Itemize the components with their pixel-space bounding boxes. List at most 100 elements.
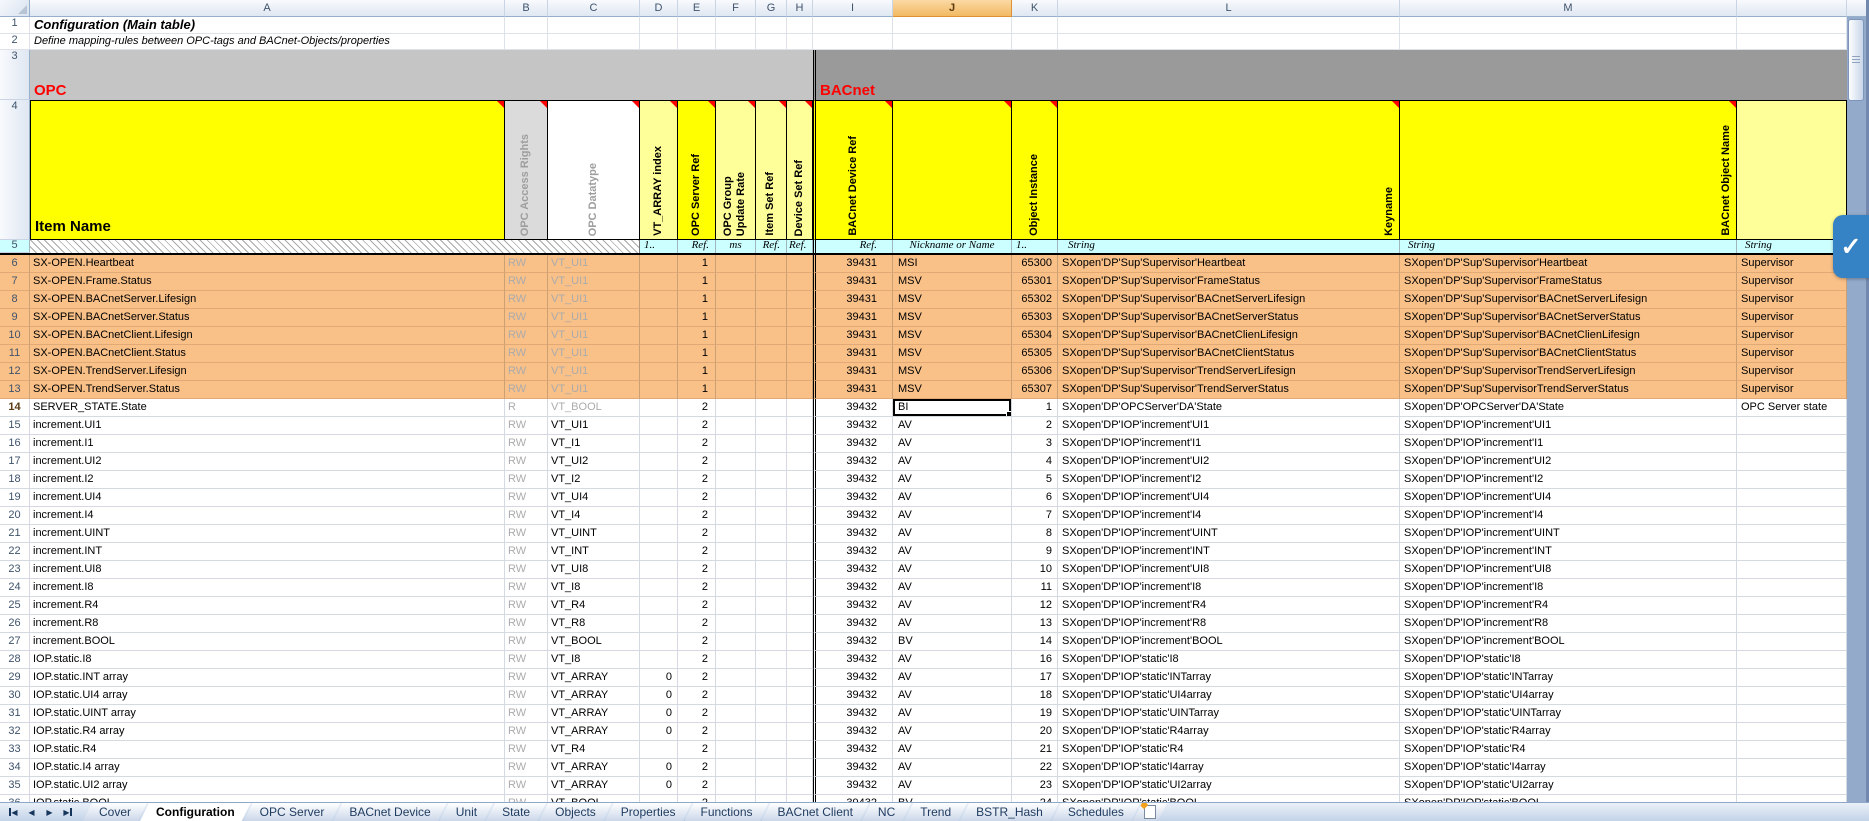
cell-K20[interactable]: 7 [1012, 507, 1058, 525]
cell-N8[interactable]: Supervisor [1737, 291, 1847, 309]
cell-A18[interactable]: increment.I2 [30, 471, 505, 489]
cell-J8[interactable]: MSV [893, 291, 1012, 309]
cell-M16[interactable]: SXopen'DP'IOP'increment'I1 [1400, 435, 1737, 453]
empty-cell[interactable] [678, 34, 716, 50]
cell-M14[interactable]: SXopen'DP'OPCServer'DA'State [1400, 399, 1737, 417]
cell-J28[interactable]: AV [893, 651, 1012, 669]
cell-N6[interactable]: Supervisor [1737, 255, 1847, 273]
cell-G14[interactable] [756, 399, 787, 417]
cell-G7[interactable] [756, 273, 787, 291]
header-device-set-ref[interactable]: Device Set Ref [787, 100, 813, 240]
cell-H25[interactable] [787, 597, 813, 615]
cell-D29[interactable]: 0 [640, 669, 678, 687]
cell-C9[interactable]: VT_UI1 [548, 309, 640, 327]
cell-L32[interactable]: SXopen'DP'IOP'static'R4array [1058, 723, 1400, 741]
cell-J36[interactable]: BV [893, 795, 1012, 802]
cell-G12[interactable] [756, 363, 787, 381]
cell-B27[interactable]: RW [505, 633, 548, 651]
subheader-nickname[interactable]: Nickname or Name [893, 240, 1012, 253]
cell-E22[interactable]: 2 [678, 543, 716, 561]
cell-I33[interactable]: 39432 [813, 741, 893, 759]
cell-N12[interactable]: Supervisor [1737, 363, 1847, 381]
cell-M26[interactable]: SXopen'DP'IOP'increment'R8 [1400, 615, 1737, 633]
cell-F11[interactable] [716, 345, 756, 363]
cell-M27[interactable]: SXopen'DP'IOP'increment'BOOL [1400, 633, 1737, 651]
cell-I11[interactable]: 39431 [813, 345, 893, 363]
row-header-20[interactable]: 20 [0, 507, 30, 525]
sheet-subtitle[interactable]: Define mapping-rules between OPC-tags an… [30, 34, 505, 50]
cell-I31[interactable]: 39432 [813, 705, 893, 723]
subheader-item-set[interactable]: Ref. [756, 240, 787, 253]
cell-L7[interactable]: SXopen'DP'Sup'Supervisor'FrameStatus [1058, 273, 1400, 291]
cell-D16[interactable] [640, 435, 678, 453]
cell-B9[interactable]: RW [505, 309, 548, 327]
cell-H19[interactable] [787, 489, 813, 507]
cell-K26[interactable]: 13 [1012, 615, 1058, 633]
cell-K17[interactable]: 4 [1012, 453, 1058, 471]
subheader-device-ref[interactable]: Ref. [813, 240, 893, 253]
cell-C26[interactable]: VT_R8 [548, 615, 640, 633]
cell-N10[interactable]: Supervisor [1737, 327, 1847, 345]
cell-L27[interactable]: SXopen'DP'IOP'increment'BOOL [1058, 633, 1400, 651]
cell-M13[interactable]: SXopen'DP'Sup'SupervisorTrendServerStatu… [1400, 381, 1737, 399]
cell-M28[interactable]: SXopen'DP'IOP'static'I8 [1400, 651, 1737, 669]
cell-E33[interactable]: 2 [678, 741, 716, 759]
cell-F21[interactable] [716, 525, 756, 543]
cell-D30[interactable]: 0 [640, 687, 678, 705]
sheet-tab-state[interactable]: State [486, 803, 546, 821]
cell-I18[interactable]: 39432 [813, 471, 893, 489]
header-item-set-ref[interactable]: Item Set Ref [756, 100, 787, 240]
cell-L20[interactable]: SXopen'DP'IOP'increment'I4 [1058, 507, 1400, 525]
row-header-2[interactable]: 2 [0, 34, 30, 50]
header-extra[interactable] [1737, 100, 1847, 240]
cell-E23[interactable]: 2 [678, 561, 716, 579]
cell-A36[interactable]: IOP.static.BOOL [30, 795, 505, 802]
cell-J35[interactable]: AV [893, 777, 1012, 795]
cell-G25[interactable] [756, 597, 787, 615]
cell-A6[interactable]: SX-OPEN.Heartbeat [30, 255, 505, 273]
cell-J17[interactable]: AV [893, 453, 1012, 471]
cell-C17[interactable]: VT_UI2 [548, 453, 640, 471]
cell-L10[interactable]: SXopen'DP'Sup'Supervisor'BACnetClienLife… [1058, 327, 1400, 345]
cell-F22[interactable] [716, 543, 756, 561]
cell-L17[interactable]: SXopen'DP'IOP'increment'UI2 [1058, 453, 1400, 471]
cell-D32[interactable]: 0 [640, 723, 678, 741]
row-header-23[interactable]: 23 [0, 561, 30, 579]
cell-A31[interactable]: IOP.static.UINT array [30, 705, 505, 723]
cell-G36[interactable] [756, 795, 787, 802]
cell-G29[interactable] [756, 669, 787, 687]
header-bacnet-device-ref[interactable]: BACnet Device Ref [813, 100, 893, 240]
cell-G8[interactable] [756, 291, 787, 309]
row-header-18[interactable]: 18 [0, 471, 30, 489]
empty-cell[interactable] [893, 17, 1012, 34]
cell-I29[interactable]: 39432 [813, 669, 893, 687]
cell-B20[interactable]: RW [505, 507, 548, 525]
cell-M33[interactable]: SXopen'DP'IOP'static'R4 [1400, 741, 1737, 759]
cell-I28[interactable]: 39432 [813, 651, 893, 669]
cell-H20[interactable] [787, 507, 813, 525]
cell-L21[interactable]: SXopen'DP'IOP'increment'UINT [1058, 525, 1400, 543]
cell-M22[interactable]: SXopen'DP'IOP'increment'INT [1400, 543, 1737, 561]
cell-B33[interactable]: RW [505, 741, 548, 759]
cell-K9[interactable]: 65303 [1012, 309, 1058, 327]
cell-M6[interactable]: SXopen'DP'Sup'Supervisor'Heartbeat [1400, 255, 1737, 273]
cell-E18[interactable]: 2 [678, 471, 716, 489]
cell-K34[interactable]: 22 [1012, 759, 1058, 777]
cell-L18[interactable]: SXopen'DP'IOP'increment'I2 [1058, 471, 1400, 489]
column-header-M[interactable]: M [1400, 0, 1737, 17]
cell-I16[interactable]: 39432 [813, 435, 893, 453]
sheet-tab-schedules[interactable]: Schedules [1052, 803, 1140, 821]
cell-H35[interactable] [787, 777, 813, 795]
cell-G33[interactable] [756, 741, 787, 759]
cell-N23[interactable] [1737, 561, 1847, 579]
cell-D10[interactable] [640, 327, 678, 345]
cell-H11[interactable] [787, 345, 813, 363]
cell-G20[interactable] [756, 507, 787, 525]
cell-A21[interactable]: increment.UINT [30, 525, 505, 543]
subheader-keyname[interactable]: String [1058, 240, 1400, 253]
empty-cell[interactable] [813, 17, 893, 34]
cell-J33[interactable]: AV [893, 741, 1012, 759]
cell-M29[interactable]: SXopen'DP'IOP'static'INTarray [1400, 669, 1737, 687]
next-sheet-button[interactable]: ▶ [42, 805, 57, 819]
cell-F34[interactable] [716, 759, 756, 777]
